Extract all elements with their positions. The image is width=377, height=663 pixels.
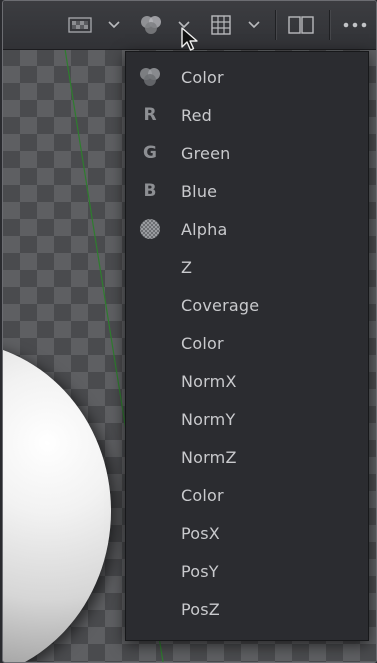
menu-item-normy[interactable]: NormY: [126, 400, 368, 438]
menu-item-normz[interactable]: NormZ: [126, 438, 368, 476]
menu-item-posy[interactable]: PosY: [126, 552, 368, 590]
mouse-pointer-icon: [181, 27, 199, 57]
monitor-lut-icon[interactable]: [63, 1, 97, 49]
menu-item-label: Red: [181, 105, 212, 125]
menu-item-posx[interactable]: PosX: [126, 514, 368, 552]
viewer-panel: Color R Red G Green B Blue Alpha Z Cover…: [2, 0, 377, 663]
menu-item-label: PosX: [181, 523, 220, 543]
menu-item-label: Blue: [181, 181, 218, 201]
more-options-icon[interactable]: [335, 1, 375, 49]
menu-item-coverage[interactable]: Coverage: [126, 286, 368, 324]
menu-item-normx[interactable]: NormX: [126, 362, 368, 400]
menu-item-label: NormY: [181, 409, 236, 429]
channel-dropdown-menu: Color R Red G Green B Blue Alpha Z Cover…: [125, 51, 369, 641]
menu-item-red[interactable]: R Red: [126, 96, 368, 134]
menu-item-label: Z: [181, 257, 193, 277]
menu-item-label: NormX: [181, 371, 237, 391]
menu-item-label: Alpha: [181, 219, 228, 239]
menu-item-label: Color: [181, 333, 224, 353]
menu-item-label: NormZ: [181, 447, 237, 467]
g-letter-icon: G: [143, 143, 157, 163]
menu-item-color-2[interactable]: Color: [126, 324, 368, 362]
menu-item-label: Color: [181, 67, 224, 87]
menu-item-posz[interactable]: PosZ: [126, 590, 368, 628]
channels-icon[interactable]: [135, 1, 167, 49]
grid-icon[interactable]: [205, 1, 237, 49]
menu-item-blue[interactable]: B Blue: [126, 172, 368, 210]
menu-item-color-3[interactable]: Color: [126, 476, 368, 514]
toolbar-divider: [329, 10, 330, 40]
b-letter-icon: B: [143, 181, 157, 201]
chevron-down-icon[interactable]: [103, 1, 125, 49]
menu-item-green[interactable]: G Green: [126, 134, 368, 172]
alpha-checker-icon: [138, 217, 162, 241]
menu-item-label: Color: [181, 485, 224, 505]
r-letter-icon: R: [143, 105, 157, 125]
menu-item-label: PosZ: [181, 599, 220, 619]
menu-item-label: PosY: [181, 561, 219, 581]
menu-item-label: Coverage: [181, 295, 260, 315]
menu-item-alpha[interactable]: Alpha: [126, 210, 368, 248]
toolbar-divider: [275, 10, 276, 40]
menu-item-label: Green: [181, 143, 231, 163]
menu-item-z[interactable]: Z: [126, 248, 368, 286]
rgb-circles-icon: [138, 65, 162, 89]
split-view-icon[interactable]: [283, 1, 319, 49]
menu-item-color[interactable]: Color: [126, 58, 368, 96]
chevron-down-icon[interactable]: [243, 1, 265, 49]
